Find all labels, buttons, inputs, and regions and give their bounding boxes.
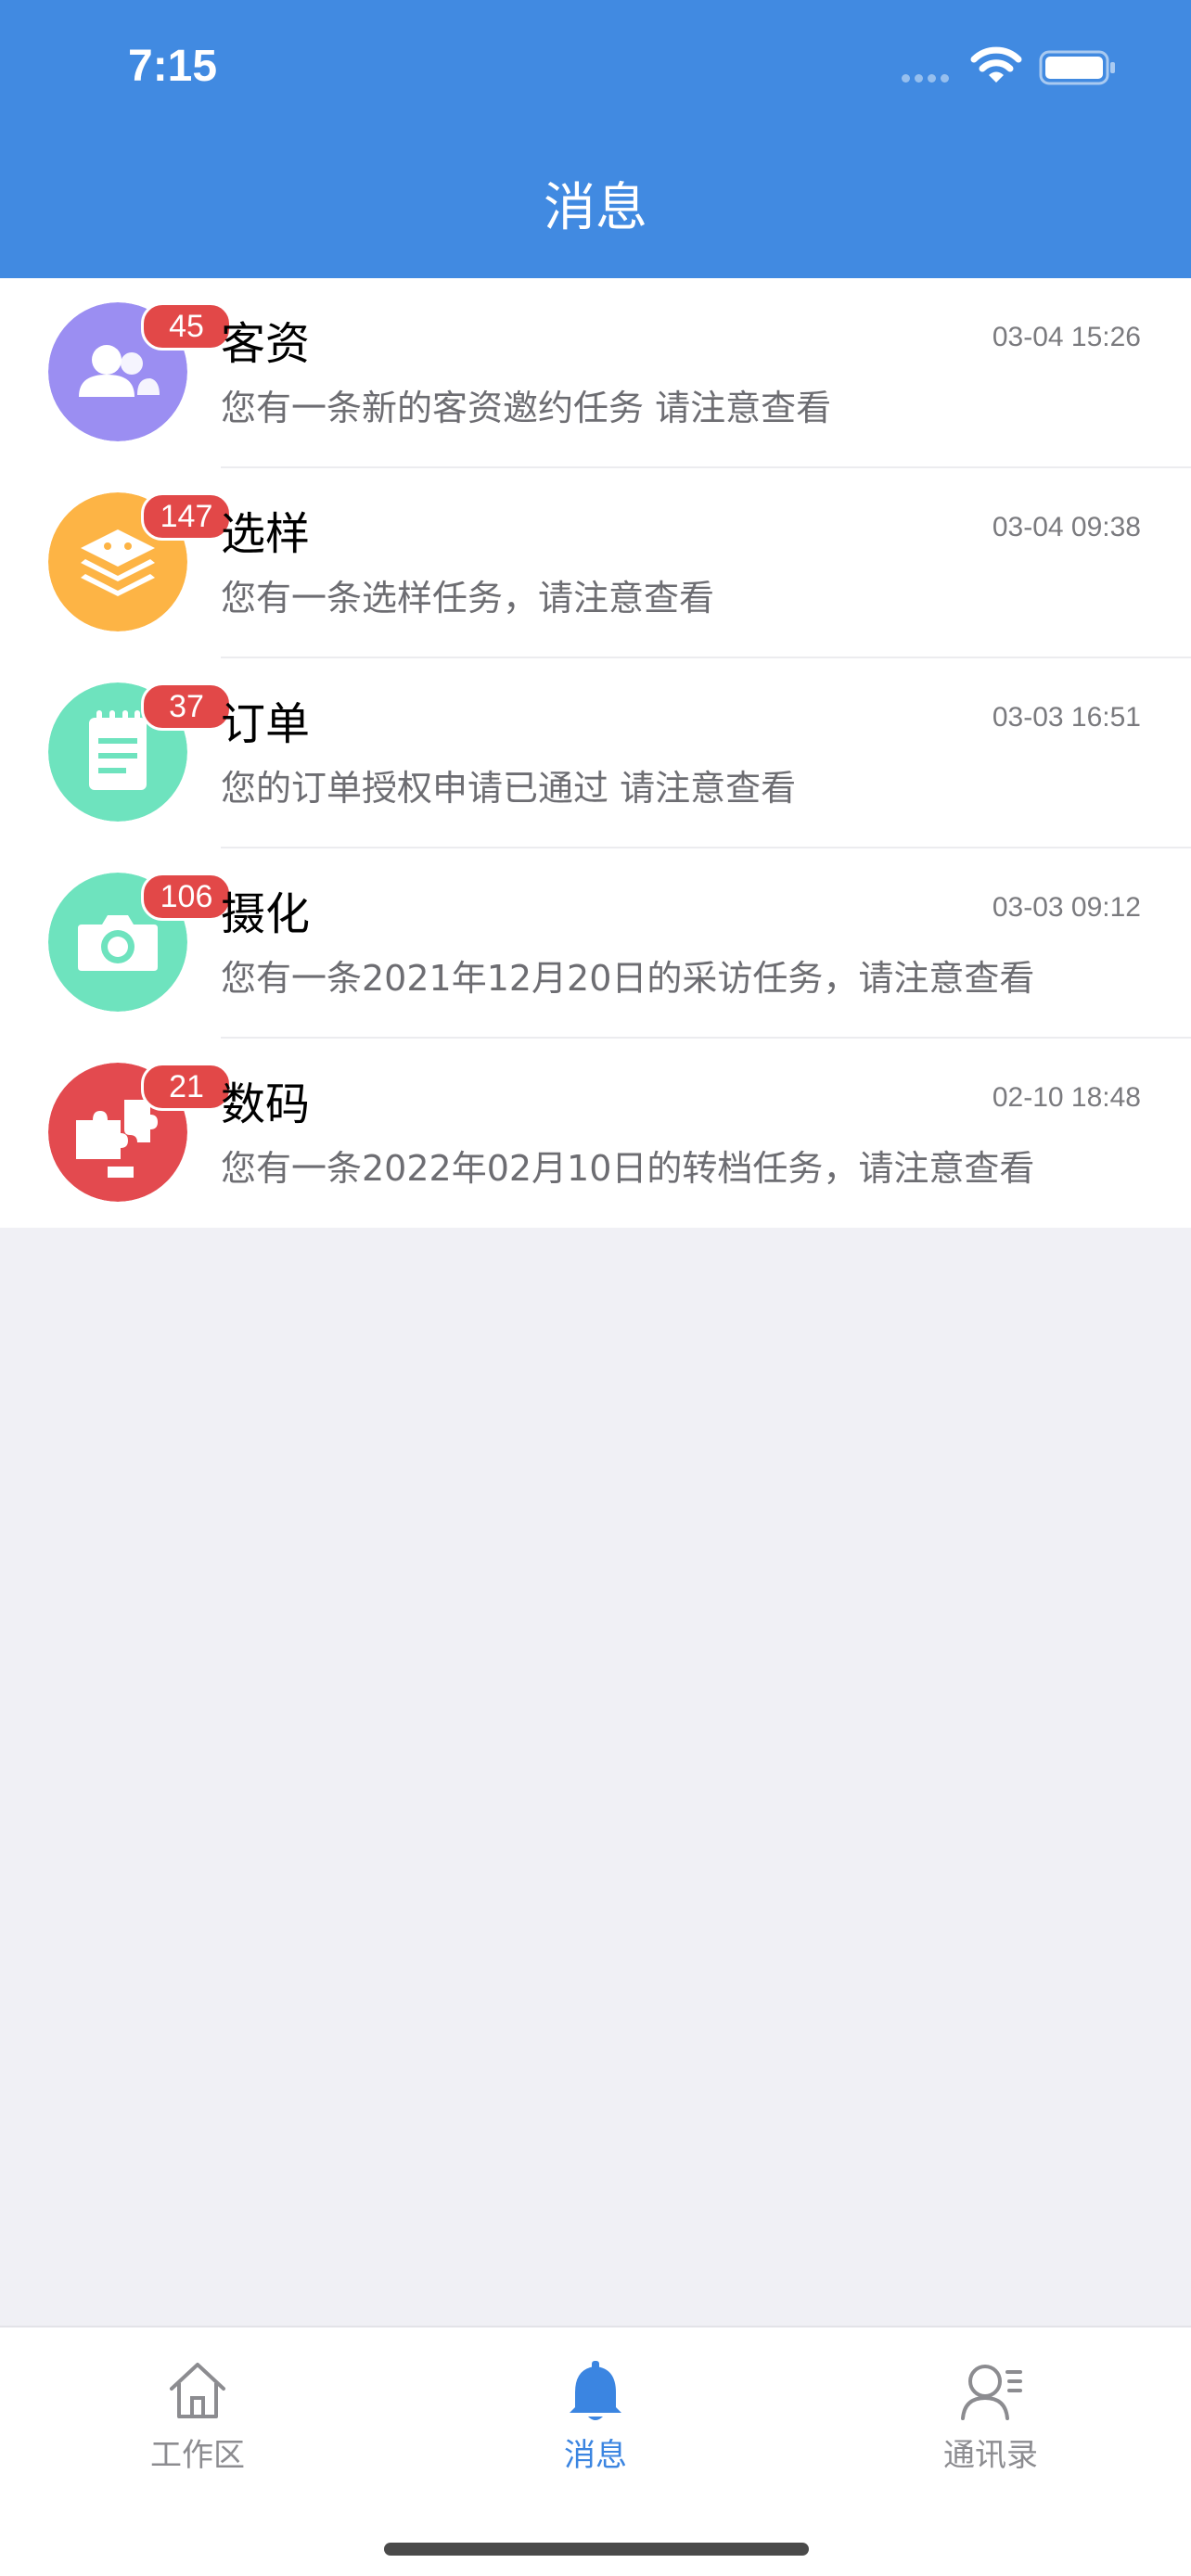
tab-label: 工作区 <box>150 2437 245 2474</box>
unread-badge: 106 <box>141 873 232 921</box>
message-preview: 您有一条新的客资邀约任务 请注意查看 <box>221 388 832 428</box>
tab-label: 通讯录 <box>943 2437 1038 2474</box>
battery-icon <box>1039 50 1115 85</box>
bell-icon <box>570 2361 621 2420</box>
message-row-sample[interactable]: 147 选样 03-04 09:38 您有一条选样任务，请注意查看 <box>0 468 1191 658</box>
message-list: 45 客资 03-04 15:26 您有一条新的客资邀约任务 请注意查看 147… <box>0 278 1191 1228</box>
unread-badge: 37 <box>141 682 232 731</box>
home-indicator <box>384 2543 809 2556</box>
tab-messages[interactable]: 消息 <box>456 2355 735 2476</box>
message-title: 订单 <box>221 698 311 750</box>
status-bar-time: 7:15 <box>128 42 218 91</box>
message-row-customers[interactable]: 45 客资 03-04 15:26 您有一条新的客资邀约任务 请注意查看 <box>0 278 1191 468</box>
message-row-order[interactable]: 37 订单 03-03 16:51 您的订单授权申请已通过 请注意查看 <box>0 658 1191 848</box>
message-preview: 您有一条2021年12月20日的采访任务，请注意查看 <box>221 958 1035 999</box>
wifi-icon <box>970 46 1022 83</box>
contacts-icon <box>961 2365 1022 2420</box>
message-preview: 您的订单授权申请已通过 请注意查看 <box>221 768 797 809</box>
unread-badge: 21 <box>141 1063 232 1111</box>
message-time: 03-03 09:12 <box>992 892 1141 923</box>
header-bar: 7:15 消息 <box>0 0 1191 278</box>
page-title: 消息 <box>544 178 647 238</box>
message-row-digital[interactable]: 21 数码 02-10 18:48 您有一条2022年02月10日的转档任务，请… <box>0 1039 1191 1229</box>
message-title: 选样 <box>221 508 311 560</box>
message-time: 03-04 15:26 <box>992 322 1141 352</box>
tab-workspace[interactable]: 工作区 <box>58 2355 337 2476</box>
tab-contacts[interactable]: 通讯录 <box>852 2355 1130 2476</box>
message-preview: 您有一条选样任务，请注意查看 <box>221 578 715 618</box>
message-title: 数码 <box>221 1078 311 1130</box>
message-title: 客资 <box>221 318 311 370</box>
message-time: 03-04 09:38 <box>992 512 1141 542</box>
cellular-signal-icon <box>902 74 957 83</box>
tab-label: 消息 <box>564 2437 627 2474</box>
unread-badge: 45 <box>141 302 232 351</box>
message-time: 03-03 16:51 <box>992 702 1141 733</box>
message-preview: 您有一条2022年02月10日的转档任务，请注意查看 <box>221 1148 1035 1189</box>
tab-bar: 工作区 消息 通讯录 <box>0 2326 1191 2576</box>
unread-badge: 147 <box>141 492 232 541</box>
message-title: 摄化 <box>221 888 311 940</box>
message-row-photo[interactable]: 106 摄化 03-03 09:12 您有一条2021年12月20日的采访任务，… <box>0 848 1191 1039</box>
home-icon <box>170 2363 225 2418</box>
message-time: 02-10 18:48 <box>992 1082 1141 1113</box>
